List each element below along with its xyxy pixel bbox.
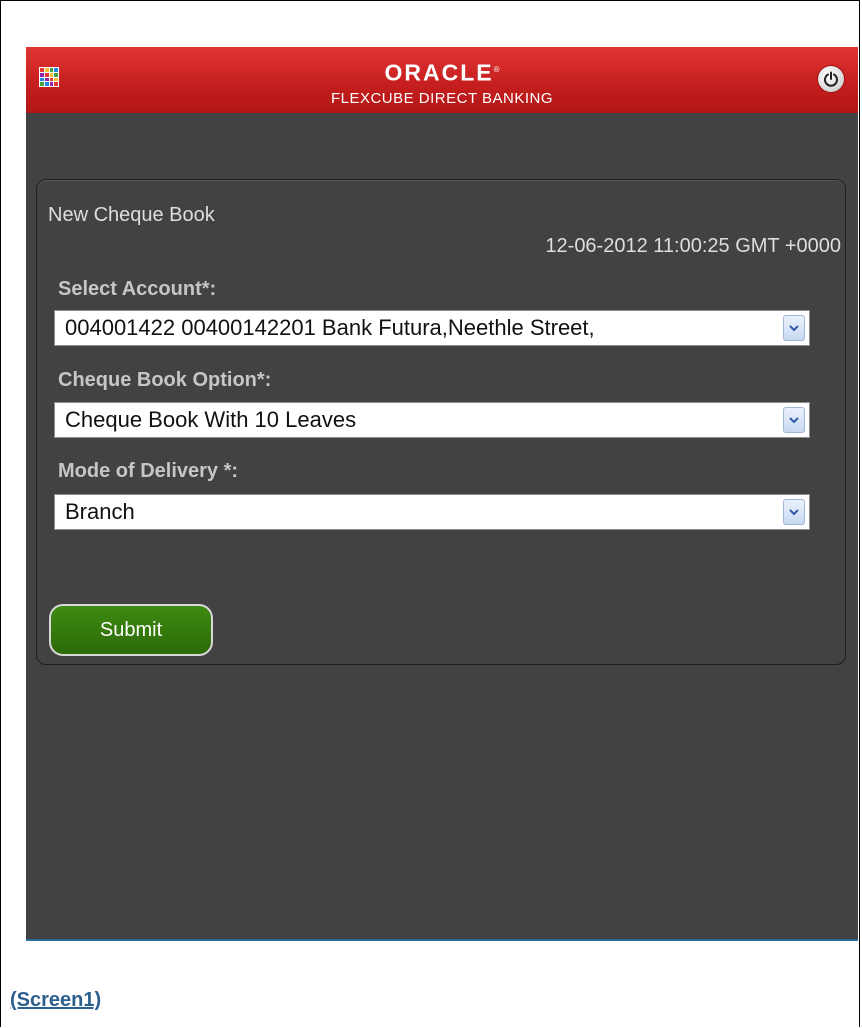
power-symbol-icon <box>824 71 838 87</box>
mobile-screen: ORACLE® FLEXCUBE DIRECT BANKING New Cheq… <box>26 47 858 939</box>
new-cheque-book-panel: New Cheque Book 12-06-2012 11:00:25 GMT … <box>36 179 846 665</box>
brand: ORACLE® FLEXCUBE DIRECT BANKING <box>26 57 858 107</box>
brand-subtitle: FLEXCUBE DIRECT BANKING <box>330 89 554 107</box>
cheque-book-option-value: Cheque Book With 10 Leaves <box>65 407 357 432</box>
mode-of-delivery-label: Mode of Delivery *: <box>58 460 239 482</box>
oracle-logo: ORACLE® <box>384 59 500 86</box>
select-account-label: Select Account*: <box>58 278 217 300</box>
cheque-book-option-label: Cheque Book Option*: <box>58 369 272 391</box>
cheque-book-option-dropdown[interactable]: Cheque Book With 10 Leaves <box>54 402 810 438</box>
mode-of-delivery-value: Branch <box>65 499 135 524</box>
timestamp: 12-06-2012 11:00:25 GMT +0000 <box>545 235 841 257</box>
submit-button[interactable]: Submit <box>49 604 213 656</box>
mode-of-delivery-dropdown[interactable]: Branch <box>54 494 810 530</box>
chevron-down-icon[interactable] <box>783 407 805 433</box>
select-account-dropdown[interactable]: 004001422 00400142201 Bank Futura,Neethl… <box>54 310 810 346</box>
app-header: ORACLE® FLEXCUBE DIRECT BANKING <box>26 47 858 113</box>
chevron-down-icon[interactable] <box>783 315 805 341</box>
divider <box>26 939 858 941</box>
power-icon[interactable] <box>818 66 844 92</box>
page-title: New Cheque Book <box>48 204 215 226</box>
chevron-down-icon[interactable] <box>783 499 805 525</box>
select-account-value: 004001422 00400142201 Bank Futura,Neethl… <box>65 315 595 340</box>
screen-caption-link[interactable]: (Screen1) <box>10 989 101 1012</box>
